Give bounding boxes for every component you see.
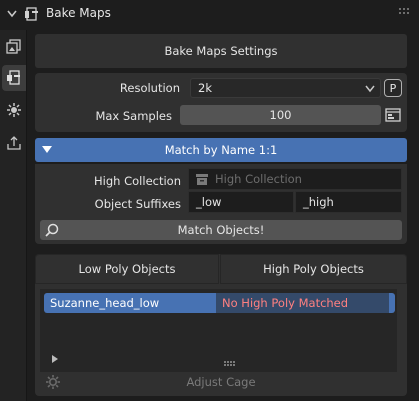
tab-strip	[0, 30, 27, 401]
tab-low-poly-objects[interactable]: Low Poly Objects	[35, 254, 219, 284]
max-samples-label: Max Samples	[95, 109, 172, 123]
tab-effects[interactable]	[2, 97, 26, 123]
export-icon	[7, 136, 21, 150]
object-list[interactable]: Suzanne_head_low No High Poly Matched	[40, 289, 397, 372]
high-collection-label: High Collection	[94, 174, 181, 188]
tab-image-layers[interactable]	[2, 34, 26, 60]
resolution-label: Resolution	[119, 81, 180, 95]
bake-tool-icon	[7, 70, 20, 85]
high-collection-field[interactable]: High Collection	[188, 168, 402, 190]
resolution-panel: Resolution 2k P Max Samples 100	[35, 73, 407, 132]
tab-export[interactable]	[2, 130, 26, 156]
search-icon	[45, 223, 59, 237]
gear-sparkle-icon	[7, 103, 21, 117]
match-objects-button[interactable]: Match Objects!	[40, 220, 402, 240]
resolution-value: 2k	[198, 81, 212, 95]
collection-box-icon	[196, 174, 208, 185]
pin-button[interactable]: P	[384, 79, 402, 97]
high-collection-placeholder: High Collection	[215, 172, 302, 186]
resize-grip-icon[interactable]	[224, 356, 236, 366]
chevron-down-icon[interactable]	[7, 10, 17, 18]
max-samples-slider[interactable]: 100	[180, 105, 381, 125]
object-suffixes-label: Object Suffixes	[94, 197, 181, 211]
resolution-dropdown[interactable]: 2k	[190, 78, 381, 98]
image-layers-icon	[6, 39, 21, 54]
match-by-name-header[interactable]: Match by Name 1:1	[35, 138, 407, 162]
adjust-cage-button[interactable]: Adjust Cage	[40, 372, 402, 392]
high-suffix-field[interactable]: _high	[295, 191, 402, 213]
triangle-right-icon[interactable]	[52, 355, 59, 363]
terminal-button[interactable]	[384, 106, 402, 124]
chevron-down-icon	[365, 85, 375, 93]
adjust-cage-label: Adjust Cage	[186, 375, 256, 389]
match-objects-label: Match Objects!	[177, 223, 265, 237]
match-panel: High Collection High Collection Object S…	[35, 164, 407, 244]
low-suffix-field[interactable]: _low	[188, 191, 294, 213]
high-match-status: No High Poly Matched	[216, 293, 389, 313]
match-header-label: Match by Name 1:1	[164, 143, 278, 157]
drag-handle-icon[interactable]	[399, 8, 413, 20]
bake-maps-settings-button[interactable]: Bake Maps Settings	[35, 34, 407, 68]
low-object-name: Suzanne_head_low	[50, 296, 160, 310]
objects-panel: Low Poly Objects High Poly Objects Suzan…	[35, 254, 407, 396]
bake-panel-icon	[25, 7, 38, 21]
console-icon	[385, 108, 401, 122]
tab-bake[interactable]	[2, 65, 26, 91]
triangle-down-icon	[42, 146, 52, 153]
tab-high-poly-objects[interactable]: High Poly Objects	[220, 254, 407, 284]
list-item[interactable]: Suzanne_head_low No High Poly Matched	[44, 293, 395, 313]
settings-panel: Bake Maps Settings	[35, 34, 407, 68]
panel-title: Bake Maps	[46, 6, 111, 20]
cage-gear-icon	[46, 375, 60, 389]
